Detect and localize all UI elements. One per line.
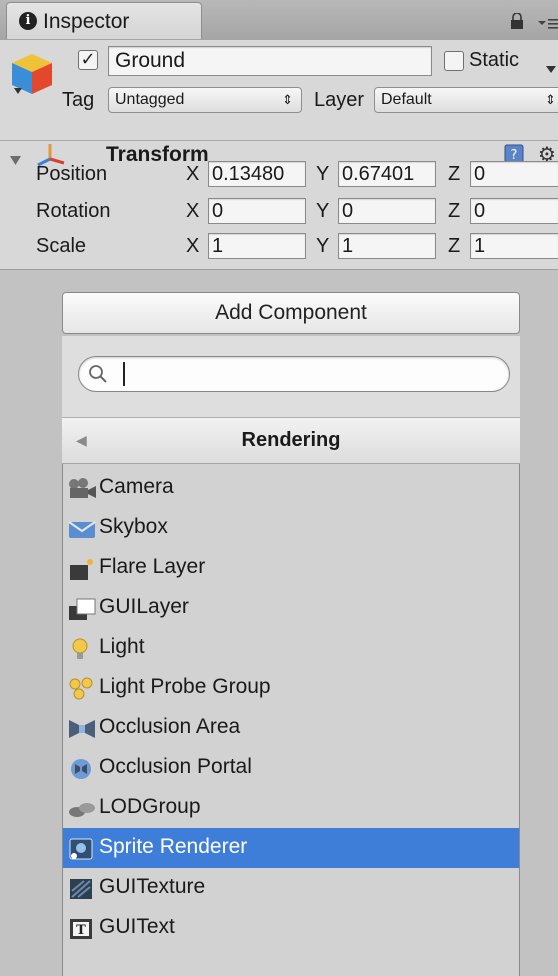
gui-texture-icon (67, 877, 97, 901)
search-icon (88, 364, 108, 384)
component-item-gui-text[interactable]: T GUIText (63, 908, 519, 948)
rotation-y-field[interactable]: 0 (338, 198, 436, 224)
layer-dropdown[interactable]: Default ⇕ (374, 87, 558, 113)
scale-label: Scale (36, 235, 87, 257)
component-item-label: Occlusion Area (99, 715, 241, 738)
component-item-gui-texture[interactable]: GUITexture (63, 868, 519, 908)
object-header: ✓ Ground Static Tag Untagged ⇕ Layer Def… (0, 40, 558, 140)
component-item-lod-group[interactable]: LODGroup (63, 788, 519, 828)
component-item-label: Light Probe Group (99, 675, 271, 698)
tag-value: Untagged (115, 91, 185, 108)
scale-z-field[interactable]: 1 (470, 233, 558, 259)
gui-layer-icon (67, 597, 97, 621)
component-item-occlusion-portal[interactable]: Occlusion Portal (63, 748, 519, 788)
component-item-skybox[interactable]: Skybox (63, 508, 519, 548)
component-item-label: LODGroup (99, 795, 201, 818)
component-item-flare-layer[interactable]: Flare Layer (63, 548, 519, 588)
scale-x-axis: X (186, 235, 200, 257)
inspector-tab[interactable]: i Inspector (6, 2, 202, 39)
skybox-icon (67, 517, 97, 541)
rotation-label: Rotation (36, 200, 111, 222)
sprite-renderer-icon (67, 837, 97, 861)
position-label: Position (36, 163, 108, 185)
rotation-x-field[interactable]: 0 (208, 198, 306, 224)
position-x-field[interactable]: 0.13480 (208, 161, 306, 187)
position-z-field[interactable]: 0 (470, 161, 558, 187)
component-item-label: GUIText (99, 915, 175, 938)
scale-y-axis: Y (316, 235, 330, 257)
component-item-label: GUILayer (99, 595, 189, 618)
scale-y-field[interactable]: 1 (338, 233, 436, 259)
light-probe-group-icon (67, 677, 97, 701)
rotation-z-axis: Z (448, 200, 461, 222)
position-z-axis: Z (448, 163, 461, 185)
tab-menu-icon[interactable] (538, 14, 558, 29)
flare-layer-icon (67, 557, 97, 581)
info-icon: i (19, 12, 37, 30)
tag-label: Tag (62, 89, 95, 111)
component-item-label: Flare Layer (99, 555, 206, 578)
component-item-label: Occlusion Portal (99, 755, 252, 778)
tag-dropdown-arrows-icon: ⇕ (282, 92, 293, 107)
component-item-light-probe-group[interactable]: Light Probe Group (63, 668, 519, 708)
scale-x-field[interactable]: 1 (208, 233, 306, 259)
inspector-tab-label: Inspector (43, 10, 130, 33)
inspector-tab-bar: i Inspector (0, 0, 558, 41)
static-checkbox[interactable] (444, 51, 464, 71)
gui-text-icon: T (67, 917, 97, 941)
static-label: Static (469, 49, 520, 71)
component-item-sprite-renderer[interactable]: Sprite Renderer (63, 828, 519, 868)
component-search-input[interactable] (78, 356, 510, 392)
component-item-label: Light (99, 635, 145, 658)
component-item-label: GUITexture (99, 875, 206, 898)
layer-dropdown-arrows-icon: ⇕ (545, 92, 556, 107)
position-y-field[interactable]: 0.67401 (338, 161, 436, 187)
component-item-label: Sprite Renderer (99, 835, 248, 858)
component-item-light[interactable]: Light (63, 628, 519, 668)
rotation-z-field[interactable]: 0 (470, 198, 558, 224)
transform-component: Transform ? ⚙ Position X 0.13480 Y 0.674… (0, 140, 558, 270)
position-y-axis: Y (316, 163, 330, 185)
component-item-label: Skybox (99, 515, 168, 538)
light-bulb-icon (67, 637, 97, 661)
tag-dropdown[interactable]: Untagged ⇕ (108, 87, 302, 113)
lod-group-icon (67, 797, 97, 821)
layer-label: Layer (314, 89, 365, 111)
scale-z-axis: Z (448, 235, 461, 257)
camera-icon (67, 477, 97, 501)
add-component-button[interactable]: Add Component (62, 292, 520, 334)
rotation-y-axis: Y (316, 200, 330, 222)
component-item-label: Camera (99, 475, 174, 498)
gameobject-cube-icon (10, 50, 54, 100)
component-item-occlusion-area[interactable]: Occlusion Area (63, 708, 519, 748)
category-title: Rendering (241, 429, 341, 451)
rotation-x-axis: X (186, 200, 200, 222)
component-item-gui-layer[interactable]: GUILayer (63, 588, 519, 628)
position-x-axis: X (186, 163, 200, 185)
layer-value: Default (381, 91, 432, 108)
active-checkbox[interactable]: ✓ (78, 50, 98, 70)
search-text-caret (123, 362, 125, 386)
foldout-triangle-icon[interactable] (10, 149, 22, 172)
lock-icon[interactable] (510, 12, 524, 29)
occlusion-portal-icon (67, 757, 97, 781)
svg-text:T: T (76, 923, 86, 938)
component-item-camera[interactable]: Camera (63, 468, 519, 508)
occlusion-area-icon (67, 717, 97, 741)
static-dropdown-arrow-icon[interactable] (546, 57, 558, 80)
object-name-field[interactable]: Ground (108, 46, 432, 76)
